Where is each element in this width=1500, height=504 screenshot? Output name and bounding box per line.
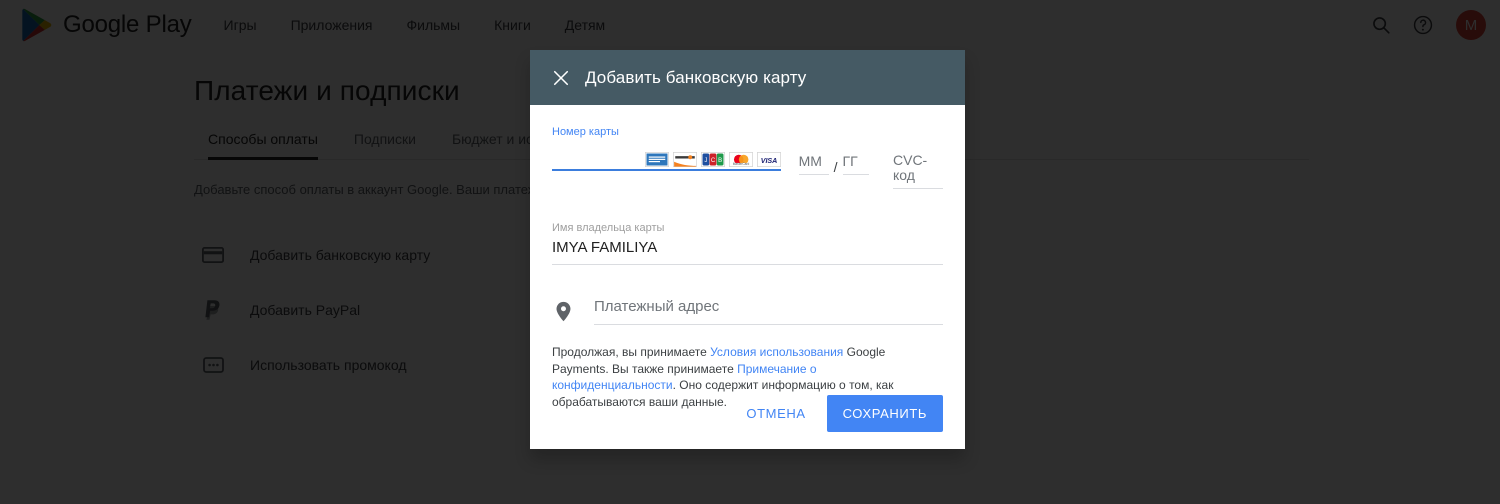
cvc-field[interactable]: . CVC-код [893,125,943,189]
expiry-month-placeholder: ММ [798,153,822,169]
card-number-field[interactable]: Номер карты J C B MasterCard VISA [552,125,781,171]
billing-address-underline [593,324,943,325]
cardholder-name-underline [552,264,943,265]
dialog-actions: ОТМЕНА СОХРАНИТЬ [735,395,943,432]
close-icon[interactable] [551,68,571,88]
save-button[interactable]: СОХРАНИТЬ [826,395,943,432]
expiry-field[interactable]: . ММ / ГГ [798,125,871,175]
cvc-label: CVC-код [893,152,928,183]
dialog-header: Добавить банковскую карту [530,50,965,105]
cardholder-name-value[interactable]: IMYA FAMILIYA [552,238,943,258]
mastercard-logo-icon: MasterCard [728,152,753,167]
discover-logo-icon [672,152,697,167]
jcb-logo-icon: J C B [700,152,725,167]
american-express-logo-icon [644,152,669,167]
billing-address-placeholder: Платежный адрес [593,298,720,315]
terms-part-1: Продолжая, вы принимаете [552,345,711,359]
svg-text:B: B [718,158,722,164]
terms-of-service-link[interactable]: Условия использования [710,345,843,359]
svg-text:C: C [710,158,715,164]
expiry-year-underline [842,174,869,175]
card-brand-logos: J C B MasterCard VISA [552,147,781,169]
expiry-separator: / [833,159,838,175]
card-number-underline [552,169,781,171]
cancel-button[interactable]: ОТМЕНА [735,397,816,430]
expiry-month[interactable]: ММ [798,153,829,175]
svg-text:MasterCard: MasterCard [732,162,749,166]
svg-text:VISA: VISA [760,157,777,165]
expiry-month-underline [798,174,829,175]
cardholder-name-field[interactable]: Имя владельца карты IMYA FAMILIYA [552,221,943,265]
billing-address-row: Платежный адрес [552,297,943,325]
cvc-underline [893,188,943,189]
visa-logo-icon: VISA [756,152,781,167]
svg-text:J: J [704,158,707,164]
dialog-body: Номер карты J C B MasterCard VISA ММ / Г… [530,105,965,449]
add-card-dialog: Добавить банковскую карту Номер карты J … [530,50,965,449]
expiry-year[interactable]: ГГ [842,153,869,175]
location-pin-icon [556,301,571,321]
dialog-title: Добавить банковскую карту [585,67,807,87]
card-number-label: Номер карты [552,126,619,138]
cardholder-name-label: Имя владельца карты [552,222,665,234]
expiry-year-placeholder: ГГ [842,153,858,169]
billing-address-field[interactable]: Платежный адрес [593,297,943,325]
card-entry-row: Номер карты J C B MasterCard VISA ММ / Г… [552,125,943,189]
